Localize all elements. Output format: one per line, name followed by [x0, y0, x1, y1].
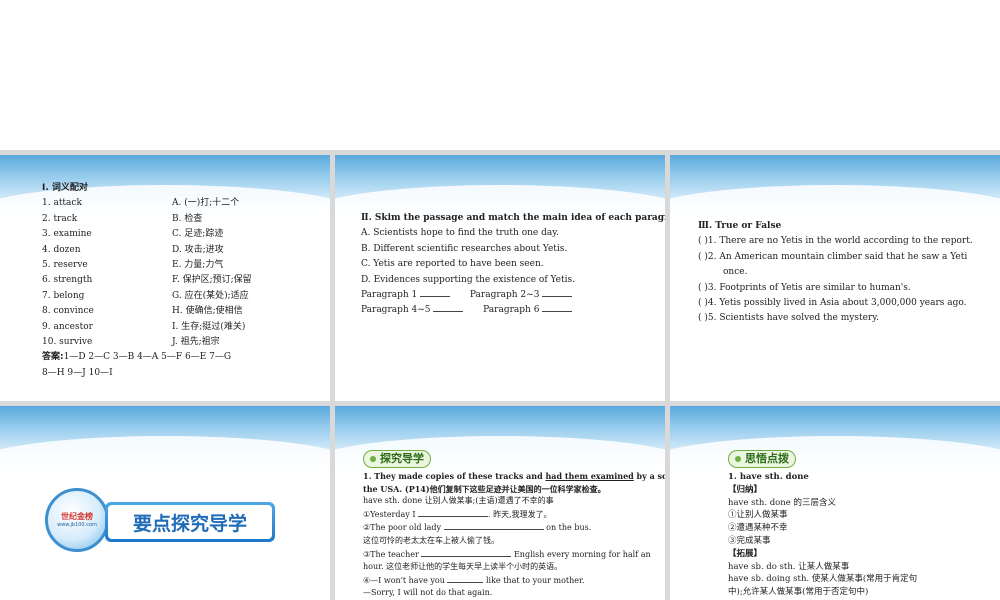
answer-blank[interactable] — [542, 303, 573, 313]
point-title: 1. have sth. done — [728, 472, 809, 482]
tf-item: ( )1. There are no Yetis in the world ac… — [698, 236, 973, 247]
question-text: by a scientist in — [636, 471, 665, 481]
tf-item: ( )2. An American mountain climber said … — [698, 251, 968, 262]
section-heading: Ⅲ. True or False — [698, 221, 782, 231]
slide-skim-passage[interactable]: Ⅱ. Skim the passage and match the main i… — [335, 155, 665, 401]
slide-vocab-matching[interactable]: Ⅰ. 词义配对 1. attack 2. track 3. examine 4. do… — [0, 155, 330, 401]
banner-title: 要点探究导学 — [108, 505, 272, 539]
publisher-logo: 世纪金榜 www.jb100.com — [45, 488, 109, 552]
paragraph-label: Paragraph 6 — [483, 305, 540, 316]
extension-item: have sb. doing sth. 使某人做某事(常用于肯定句 — [728, 574, 918, 585]
section-tag: 思悟点拨 — [728, 450, 796, 468]
paragraph-label: Paragraph 4~5 — [361, 305, 431, 316]
meaning-item: J. 祖先;祖宗 — [172, 337, 220, 348]
sky-decoration — [670, 155, 1000, 245]
answer-blank[interactable] — [420, 288, 451, 298]
meaning-item: ①让别人做某事 — [728, 510, 788, 521]
slide-grid: Ⅰ. 词义配对 1. attack 2. track 3. examine 4. do… — [0, 150, 1000, 600]
sky-decoration — [0, 406, 330, 496]
exercise-text: English every morning for half an — [513, 549, 651, 559]
exercise-text: on the bus. — [546, 523, 592, 533]
exercise-text: ③The teacher — [363, 549, 419, 559]
exercise-translation: hour. 这位老师让他的学生每天早上读半个小时的英语。 — [363, 562, 563, 572]
meaning-item: ③完成某事 — [728, 535, 771, 546]
summary-label: 【归纳】 — [728, 484, 763, 495]
summary-text: have sth. done 的三层含义 — [728, 497, 836, 508]
answer-line: 8—H 9—J 10—I — [42, 367, 113, 378]
option-item: A. Scientists hope to find the truth one… — [361, 228, 559, 239]
answer-blank[interactable] — [433, 303, 464, 313]
tag-dot-icon — [370, 456, 376, 462]
question-underlined: had them examined — [545, 471, 634, 481]
meaning-item: E. 力量;力气 — [172, 260, 224, 271]
slide-true-or-false[interactable]: Ⅲ. True or False ( )1. There are no Yeti… — [670, 155, 1000, 401]
paragraph-match-row: Paragraph 1 Paragraph 2~3 — [361, 288, 661, 303]
slide-key-points[interactable]: 思悟点拨 1. have sth. done 【归纳】 have sth. do… — [670, 406, 1000, 600]
answer-label: 答案: — [42, 352, 64, 363]
extension-item: have sb. do sth. 让某人做某事 — [728, 561, 850, 572]
meaning-item: B. 检查 — [172, 213, 203, 224]
meaning-item: ②遭遇某种不幸 — [728, 523, 788, 534]
meaning-item: G. 应在(某处);适应 — [172, 290, 249, 301]
tf-item-continuation: once. — [723, 267, 748, 278]
question-text: 1. They made copies of these tracks and — [363, 471, 546, 481]
exercise-text: ④—I won't have you — [363, 575, 445, 585]
meaning-item: F. 保护区;预订;保留 — [172, 275, 252, 286]
extension-label: 【拓展】 — [728, 548, 763, 559]
meaning-item: D. 攻击;进攻 — [172, 244, 224, 255]
question-line: the USA. (P14)他们复制下这些足迹并让美国的一位科学家检查。 — [363, 483, 606, 494]
tf-item: ( )4. Yetis possibly lived in Asia about… — [698, 298, 967, 309]
banner-ribbon: 要点探究导学 — [105, 502, 275, 542]
logo-url: www.jb100.com — [57, 522, 97, 528]
paragraph-match-row: Paragraph 4~5 Paragraph 6 — [361, 303, 661, 318]
option-item: C. Yetis are reported to have been seen. — [361, 259, 544, 270]
paragraph-label: Paragraph 2~3 — [469, 290, 540, 301]
exercise-text: ②The poor old lady — [363, 523, 442, 533]
slide-explore-guide[interactable]: 探究导学 1. They made copies of these tracks… — [335, 406, 665, 600]
answer-line: 1—D 2—C 3—B 4—A 5—F 6—E 7—G — [63, 352, 232, 363]
answer-blank[interactable] — [447, 574, 484, 583]
section-heading: Ⅰ. 词义配对 — [42, 183, 88, 193]
tf-item: ( )5. Scientists have solved the mystery… — [698, 313, 879, 324]
answer-blank[interactable] — [418, 508, 489, 517]
option-list: A. Scientists hope to find the truth one… — [361, 226, 661, 288]
answer-blank[interactable] — [443, 521, 544, 531]
meaning-item: A. (一)打;十二个 — [172, 198, 240, 209]
tag-label: 探究导学 — [380, 452, 424, 465]
question-line: 1. They made copies of these tracks and … — [363, 470, 665, 483]
tf-item: ( )3. Footprints of Yetis are similar to… — [698, 282, 911, 293]
exercise-text: like that to your mother. — [485, 575, 585, 585]
tag-label: 思悟点拨 — [745, 452, 789, 465]
paragraph-label: Paragraph 1 — [361, 290, 418, 301]
exercise-reply: —Sorry, I will not do that again. — [363, 588, 493, 598]
option-item: B. Different scientific researches about… — [361, 243, 568, 254]
answer-blank[interactable] — [421, 548, 512, 557]
meaning-item: H. 使确信;使相信 — [172, 306, 243, 317]
slide-section-title[interactable]: 世纪金榜 www.jb100.com 要点探究导学 — [0, 406, 330, 600]
logo-text: 世纪金榜 — [61, 512, 93, 521]
meaning-item: C. 足迹;踪迹 — [172, 229, 224, 240]
answer-blank[interactable] — [542, 288, 573, 298]
section-banner: 世纪金榜 www.jb100.com 要点探究导学 — [45, 488, 285, 552]
meaning-item: I. 生存;挺过(难关) — [172, 321, 246, 332]
section-heading: Ⅱ. Skim the passage and match the main i… — [361, 213, 665, 223]
exercise-text: ①Yesterday I — [363, 509, 416, 519]
section-tag: 探究导学 — [363, 450, 431, 468]
extension-item: 中);允许某人做某事(常用于否定句中) — [728, 587, 869, 598]
exercise-text: . 昨天,我理发了。 — [488, 509, 552, 519]
option-item: D. Evidences supporting the existence of… — [361, 274, 575, 285]
tag-dot-icon — [735, 456, 741, 462]
rule-line: have sth. done 让别人做某事;(主语)遭遇了不幸的事 — [363, 496, 554, 506]
meaning-list: A. (一)打;十二个 B. 检查 C. 足迹;踪迹 D. 攻击;进攻 E. 力量;力气… — [172, 196, 252, 350]
exercise-translation: 这位可怜的老太太在车上被人偷了钱。 — [363, 535, 499, 545]
